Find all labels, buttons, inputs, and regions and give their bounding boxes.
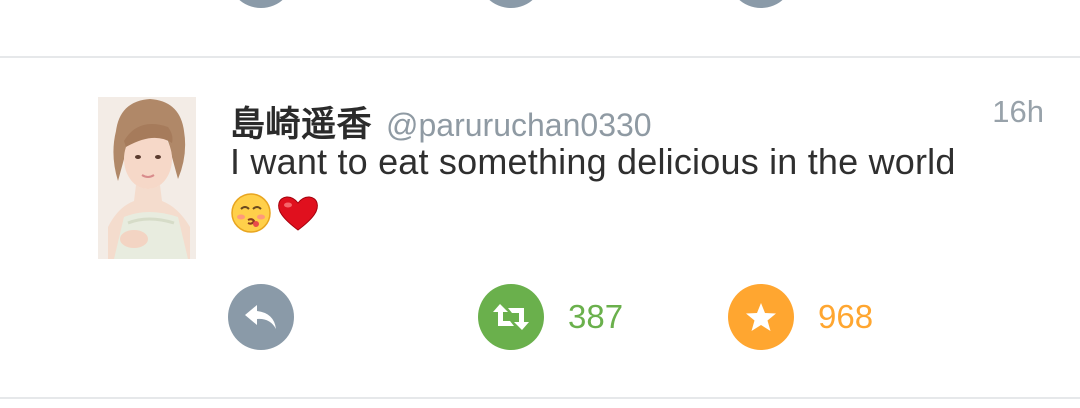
previous-favorite-button[interactable] bbox=[728, 0, 794, 8]
tweet-emoji-row bbox=[230, 192, 320, 234]
timeline: 島崎遥香 @paruruchan0330 16h I want to eat s… bbox=[0, 0, 1080, 408]
kissing-face-emoji bbox=[231, 193, 271, 233]
previous-retweet-button[interactable] bbox=[478, 0, 544, 8]
previous-reply-button[interactable] bbox=[228, 0, 294, 8]
favorite-count: 968 bbox=[818, 298, 874, 335]
tweet-timestamp: 16h bbox=[992, 94, 1044, 129]
star-icon bbox=[746, 303, 776, 331]
red-heart-emoji bbox=[278, 196, 318, 231]
reply-action bbox=[228, 284, 294, 350]
favorite-action: 968 bbox=[728, 284, 873, 350]
tweet-item[interactable]: 島崎遥香 @paruruchan0330 16h I want to eat s… bbox=[0, 58, 1080, 398]
reply-icon bbox=[245, 305, 276, 329]
tweet-text: I want to eat something delicious in the… bbox=[230, 141, 956, 182]
retweet-icon bbox=[493, 304, 529, 330]
avatar-photo bbox=[98, 97, 196, 259]
retweet-action: 387 bbox=[478, 284, 623, 350]
retweet-count: 387 bbox=[568, 298, 624, 335]
retweet-button[interactable] bbox=[478, 284, 544, 350]
favorite-button[interactable] bbox=[728, 284, 794, 350]
reply-button[interactable] bbox=[228, 284, 294, 350]
avatar[interactable] bbox=[98, 97, 196, 259]
tweet-divider-bottom bbox=[0, 397, 1080, 399]
